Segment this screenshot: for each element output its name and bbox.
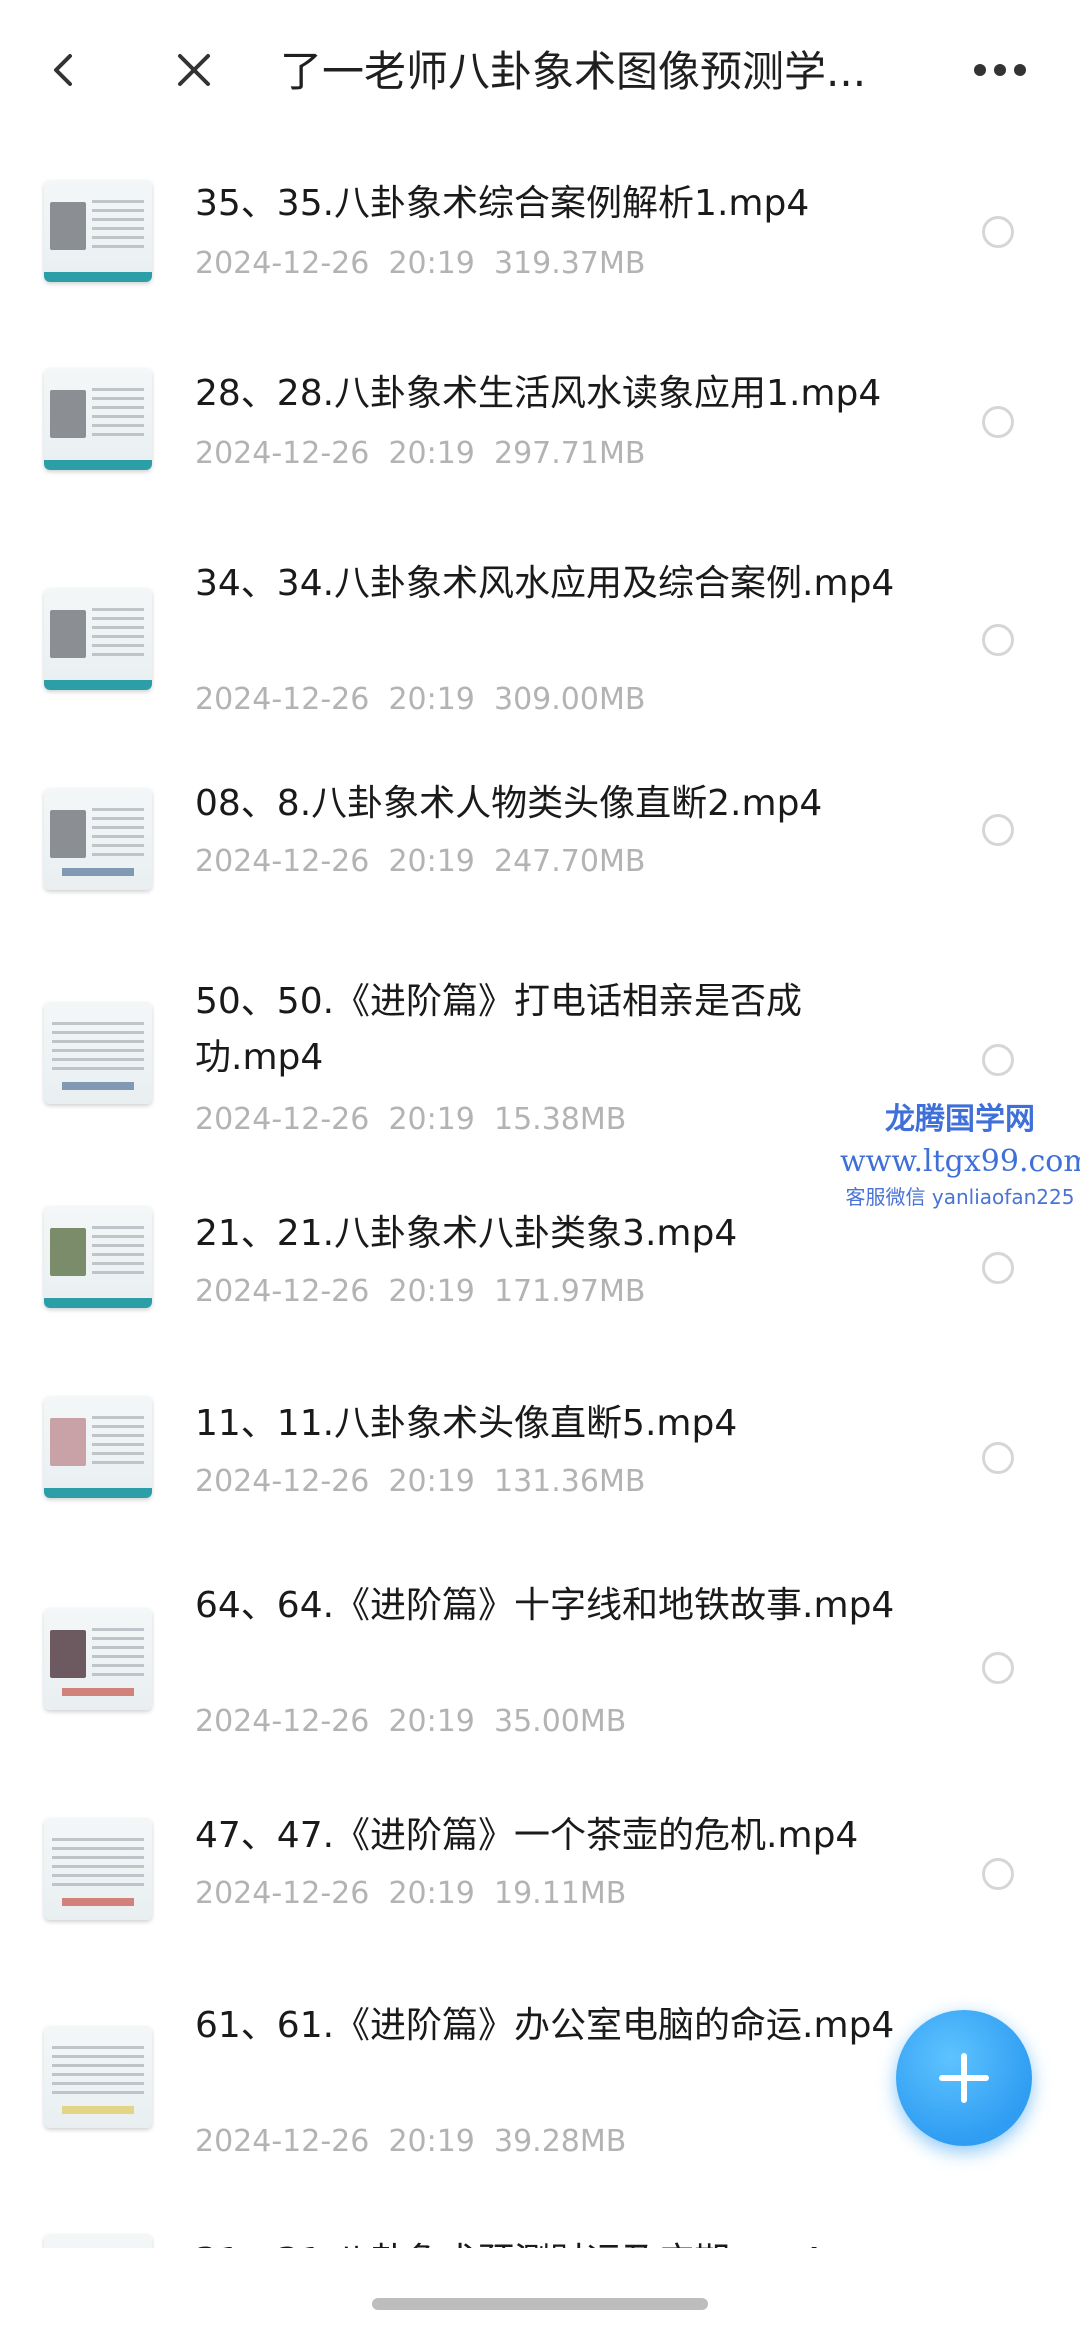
close-button[interactable]: [158, 34, 230, 106]
video-thumbnail: [44, 2234, 152, 2248]
file-meta: 2024-12-26 20:19 131.36MB: [195, 1464, 646, 1499]
select-radio[interactable]: [982, 624, 1014, 656]
select-radio[interactable]: [982, 406, 1014, 438]
select-radio[interactable]: [982, 1044, 1014, 1076]
file-name: 61、61.《进阶篇》办公室电脑的命运.mp4: [195, 2005, 895, 2046]
add-button[interactable]: [896, 2010, 1032, 2146]
watermark-url: www.ltgx99.com: [840, 1144, 1080, 1179]
page-title: 了一老师八卦象术图像预测学...: [280, 47, 867, 96]
video-thumbnail: [44, 1818, 152, 1920]
file-meta: 2024-12-26 20:19 171.97MB: [195, 1274, 646, 1309]
video-thumbnail: [44, 1396, 152, 1498]
select-radio[interactable]: [982, 216, 1014, 248]
file-meta: 2024-12-26 20:19 247.70MB: [195, 844, 646, 879]
video-thumbnail: [44, 588, 152, 690]
close-icon: [178, 54, 210, 86]
select-radio[interactable]: [982, 1652, 1014, 1684]
file-meta: 2024-12-26 20:19 35.00MB: [195, 1704, 627, 1739]
more-horizontal-icon: [974, 64, 1026, 76]
plus-icon: [939, 2053, 989, 2103]
video-thumbnail: [44, 788, 152, 890]
watermark-contact: 客服微信 yanliaofan225: [845, 1185, 1075, 1209]
file-name: 28、28.八卦象术生活风水读象应用1.mp4: [195, 373, 882, 414]
video-thumbnail: [44, 368, 152, 470]
select-radio[interactable]: [982, 814, 1014, 846]
file-name: 47、47.《进阶篇》一个茶壶的危机.mp4: [195, 1815, 859, 1856]
video-thumbnail: [44, 2026, 152, 2128]
file-meta: 2024-12-26 20:19 19.11MB: [195, 1876, 627, 1911]
file-name: 64、64.《进阶篇》十字线和地铁故事.mp4: [195, 1585, 895, 1626]
video-thumbnail: [44, 1206, 152, 1308]
back-button[interactable]: [28, 34, 100, 106]
video-thumbnail: [44, 1002, 152, 1104]
file-name: 35、35.八卦象术综合案例解析1.mp4: [195, 183, 810, 224]
file-meta: 2024-12-26 20:19 15.38MB: [195, 1102, 627, 1137]
watermark-title: 龙腾国学网: [885, 1102, 1035, 1137]
video-thumbnail: [44, 180, 152, 282]
file-name: 11、11.八卦象术头像直断5.mp4: [195, 1403, 738, 1444]
file-meta: 2024-12-26 20:19 319.37MB: [195, 246, 646, 281]
select-radio[interactable]: [982, 1858, 1014, 1890]
top-bar: 了一老师八卦象术图像预测学...: [0, 0, 1080, 148]
chevron-left-icon: [54, 54, 72, 86]
file-name: 08、8.八卦象术人物类头像直断2.mp4: [195, 783, 823, 824]
file-name: 50、50.《进阶篇》打电话相亲是否成功.mp4: [195, 981, 803, 1078]
file-name: 31、31.八卦象术预测财运及应期.mp4: [195, 2234, 915, 2248]
select-radio[interactable]: [982, 1252, 1014, 1284]
file-name: 21、21.八卦象术八卦类象3.mp4: [195, 1213, 738, 1254]
file-meta: 2024-12-26 20:19 297.71MB: [195, 436, 646, 471]
more-button[interactable]: [964, 34, 1036, 106]
video-thumbnail: [44, 1608, 152, 1710]
file-name: 34、34.八卦象术风水应用及综合案例.mp4: [195, 563, 895, 604]
select-radio[interactable]: [982, 1442, 1014, 1474]
file-meta: 2024-12-26 20:19 309.00MB: [195, 682, 646, 717]
home-indicator[interactable]: [372, 2298, 708, 2310]
file-meta-text: 2024-12-26 20:19 39.28MB: [195, 2124, 627, 2159]
watermark: 龙腾国学网 www.ltgx99.com 客服微信 yanliaofan225: [840, 1098, 1080, 1212]
